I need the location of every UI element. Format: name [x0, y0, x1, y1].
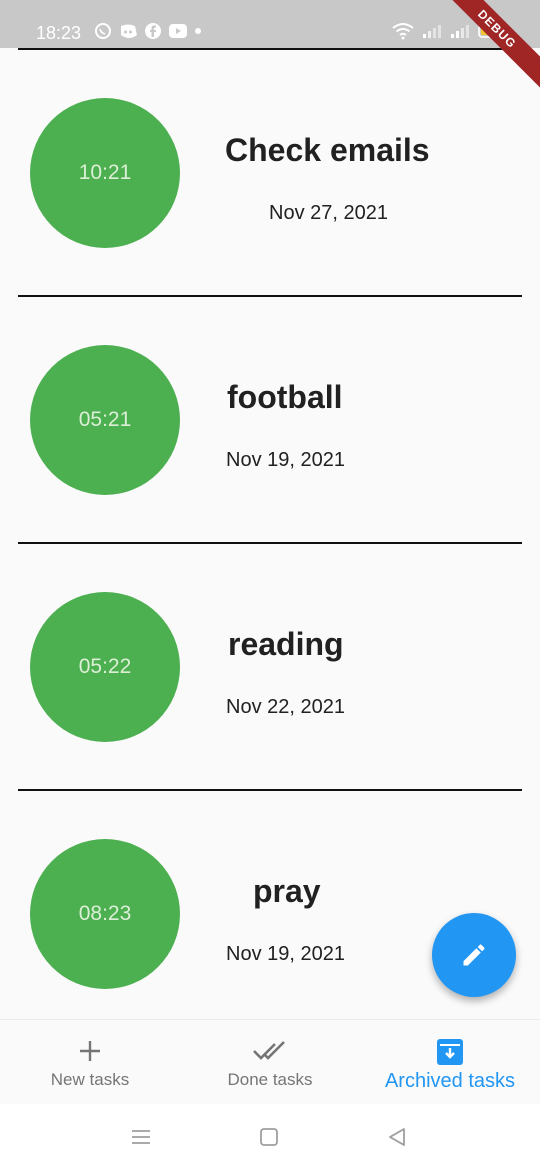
- task-title: reading: [228, 626, 344, 662]
- task-item[interactable]: 05:21 football Nov 19, 2021: [0, 297, 540, 544]
- facebook-icon: [145, 23, 161, 39]
- youtube-icon: [169, 24, 187, 38]
- whatsapp-icon: [95, 23, 111, 39]
- task-item[interactable]: 05:22 reading Nov 22, 2021: [0, 544, 540, 791]
- archive-icon: [437, 1039, 463, 1065]
- task-time-circle: 05:22: [30, 592, 180, 742]
- task-time-circle: 05:21: [30, 345, 180, 495]
- system-nav-bar: [0, 1104, 540, 1170]
- back-icon[interactable]: [386, 1126, 408, 1148]
- plus-icon: [80, 1041, 100, 1061]
- task-title: football: [227, 379, 343, 415]
- task-time: 05:21: [78, 408, 132, 431]
- task-title: pray: [253, 873, 321, 909]
- dot-icon: [195, 28, 201, 34]
- task-list[interactable]: 10:21 Check emails Nov 27, 2021 05:21 fo…: [0, 48, 540, 1018]
- edit-icon: [463, 944, 485, 966]
- task-date: Nov 27, 2021: [269, 202, 388, 224]
- task-item[interactable]: 10:21 Check emails Nov 27, 2021: [0, 50, 540, 297]
- task-time: 08:23: [78, 902, 132, 925]
- nav-label: Archived tasks: [384, 1070, 516, 1092]
- task-time: 10:21: [78, 161, 132, 184]
- nav-new-tasks[interactable]: New tasks: [0, 1020, 180, 1105]
- task-date: Nov 22, 2021: [226, 696, 345, 718]
- nav-archived-tasks[interactable]: Archived tasks: [360, 1020, 540, 1105]
- signal-icon: [423, 25, 441, 38]
- nav-label: Done tasks: [227, 1070, 313, 1089]
- task-time-circle: 10:21: [30, 98, 180, 248]
- menu-icon[interactable]: [130, 1128, 152, 1146]
- task-title: Check emails: [225, 132, 430, 168]
- task-time: 05:22: [78, 655, 132, 678]
- nav-done-tasks[interactable]: Done tasks: [180, 1020, 360, 1105]
- home-icon[interactable]: [259, 1127, 279, 1147]
- status-time: 18:23: [36, 23, 82, 43]
- done-all-icon: [253, 1041, 285, 1060]
- notification-icons: [94, 22, 202, 40]
- signal-icon: [451, 25, 469, 38]
- add-task-fab[interactable]: [432, 913, 516, 997]
- nav-label: New tasks: [50, 1070, 130, 1089]
- discord-icon: [121, 24, 137, 38]
- wifi-icon: [392, 23, 414, 40]
- task-date: Nov 19, 2021: [226, 449, 345, 471]
- task-time-circle: 08:23: [30, 839, 180, 989]
- bottom-nav: New tasks Done tasks Archived tasks: [0, 1019, 540, 1105]
- task-date: Nov 19, 2021: [226, 943, 345, 965]
